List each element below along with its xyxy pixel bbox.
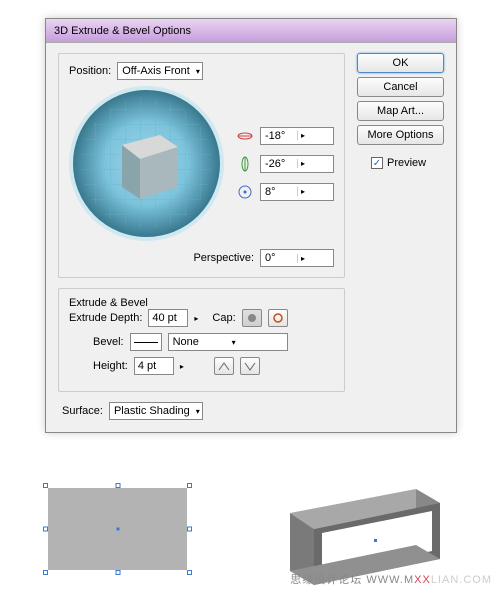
preview-label: Preview (387, 157, 426, 169)
selection-handle[interactable] (43, 483, 48, 488)
position-value: Off-Axis Front (122, 65, 190, 77)
stepper-icon[interactable]: ▸ (297, 131, 333, 140)
stepper-icon[interactable]: ▸ (297, 159, 333, 168)
map-art-button[interactable]: Map Art... (357, 101, 444, 121)
cap-off-button[interactable] (268, 309, 288, 327)
height-label: Height: (93, 360, 128, 372)
axis-y-input[interactable]: -26° ▸ (260, 155, 334, 173)
bevel-in-icon (218, 361, 230, 371)
axis-x-input[interactable]: -18° ▸ (260, 127, 334, 145)
surface-value: Plastic Shading (114, 405, 190, 417)
height-row: Height: 4 pt ▸ (93, 357, 334, 375)
titlebar[interactable]: 3D Extrude & Bevel Options (46, 19, 456, 43)
bevel-value: None (169, 336, 229, 348)
stepper-icon[interactable]: ▸ (194, 314, 198, 323)
position-label: Position: (69, 65, 111, 77)
axis-x-row: -18° ▸ (236, 127, 334, 145)
bevel-extent-out-button[interactable] (240, 357, 260, 375)
stepper-icon[interactable]: ▸ (297, 187, 333, 196)
axis-y-icon (236, 155, 254, 173)
bevel-dropdown[interactable]: None ▾ (168, 333, 288, 351)
cap-label: Cap: (212, 312, 235, 324)
cap-hollow-icon (272, 312, 284, 324)
chevron-down-icon: ▾ (196, 407, 200, 416)
more-options-button[interactable]: More Options (357, 125, 444, 145)
rotation-trackball[interactable] (69, 86, 224, 241)
cap-solid-icon (246, 312, 258, 324)
extrude-depth-value: 40 pt (152, 312, 176, 324)
right-button-column: OK Cancel Map Art... More Options ✓ Prev… (357, 53, 444, 420)
bevel-extent-in-button[interactable] (214, 357, 234, 375)
stepper-icon[interactable]: ▸ (297, 254, 333, 263)
height-input[interactable]: 4 pt (134, 357, 174, 375)
chevron-down-icon: ▾ (196, 67, 200, 76)
chevron-down-icon: ▾ (229, 338, 287, 347)
extrude-depth-input[interactable]: 40 pt (148, 309, 188, 327)
cube-preview-area: -18° ▸ -26° ▸ (69, 86, 334, 241)
axis-z-input[interactable]: 8° ▸ (260, 183, 334, 201)
cap-on-button[interactable] (242, 309, 262, 327)
rectangle-2d-selected (45, 485, 190, 573)
selection-handle[interactable] (187, 483, 192, 488)
selection-handle[interactable] (43, 570, 48, 575)
extrude-legend: Extrude & Bevel (69, 297, 334, 309)
axis-y-value: -26° (261, 158, 297, 170)
ok-button[interactable]: OK (357, 53, 444, 73)
surface-dropdown[interactable]: Plastic Shading ▾ (109, 402, 203, 420)
position-group: Position: Off-Axis Front ▾ (58, 53, 345, 278)
watermark: 思缘设计论坛 WWW.MXXLIAN.COM (290, 571, 492, 587)
dialog-3d-extrude-bevel: 3D Extrude & Bevel Options Position: Off… (45, 18, 457, 433)
stepper-icon[interactable]: ▸ (180, 362, 184, 371)
axis-y-row: -26° ▸ (236, 155, 334, 173)
position-row: Position: Off-Axis Front ▾ (69, 62, 334, 80)
dialog-content: Position: Off-Axis Front ▾ (46, 43, 456, 432)
axis-x-value: -18° (261, 130, 297, 142)
extrude-depth-row: Extrude Depth: 40 pt ▸ Cap: (69, 309, 334, 327)
left-column: Position: Off-Axis Front ▾ (58, 53, 345, 420)
extrude-bevel-group: Extrude & Bevel Extrude Depth: 40 pt ▸ C… (58, 288, 345, 392)
cube-icon (104, 121, 190, 207)
extrude-depth-label: Extrude Depth: (69, 312, 142, 324)
surface-label: Surface: (62, 405, 103, 417)
axis-x-icon (236, 127, 254, 145)
preview-checkbox[interactable]: ✓ (371, 157, 383, 169)
preview-row: ✓ Preview (371, 157, 444, 169)
axis-z-icon (236, 183, 254, 201)
selection-handle[interactable] (115, 570, 120, 575)
cancel-button[interactable]: Cancel (357, 77, 444, 97)
bevel-out-icon (244, 361, 256, 371)
surface-row: Surface: Plastic Shading ▾ (62, 402, 345, 420)
selection-handle[interactable] (43, 527, 48, 532)
axis-z-value: 8° (261, 186, 297, 198)
position-dropdown[interactable]: Off-Axis Front ▾ (117, 62, 203, 80)
bevel-label: Bevel: (93, 336, 124, 348)
bevel-row: Bevel: None ▾ (93, 333, 334, 351)
axis-z-row: 8° ▸ (236, 183, 334, 201)
selection-handle[interactable] (187, 527, 192, 532)
dialog-title: 3D Extrude & Bevel Options (54, 25, 191, 37)
perspective-value: 0° (261, 252, 297, 264)
bevel-swatch (130, 333, 162, 351)
selection-handle[interactable] (115, 483, 120, 488)
perspective-label: Perspective: (193, 252, 254, 264)
perspective-row: Perspective: 0° ▸ (69, 249, 334, 267)
perspective-input[interactable]: 0° ▸ (260, 249, 334, 267)
height-value: 4 pt (138, 360, 156, 372)
selection-handle[interactable] (187, 570, 192, 575)
selection-center (116, 528, 119, 531)
axis-controls: -18° ▸ -26° ▸ (236, 127, 334, 201)
